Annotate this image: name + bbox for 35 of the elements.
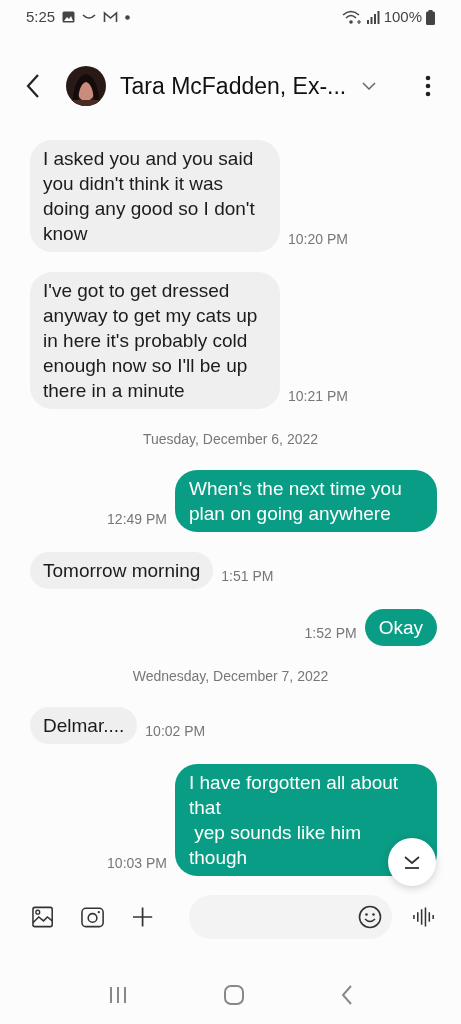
message-time: 10:21 PM <box>288 387 348 406</box>
dot-icon <box>125 14 131 20</box>
message-bubble[interactable]: Tomorrow morning <box>30 552 214 589</box>
camera-icon[interactable] <box>81 906 105 928</box>
plus-icon[interactable] <box>132 906 154 928</box>
message-input[interactable] <box>189 895 392 939</box>
signal-icon <box>365 10 380 24</box>
message-bubble[interactable]: I've got to get dressed anyway to get my cats up in here it's probably cold enough now so I'll be up there in a minute <box>30 272 280 409</box>
wifi-icon <box>341 9 362 25</box>
image-icon[interactable] <box>32 906 54 928</box>
mail-icon <box>103 11 119 23</box>
status-time: 5:25 <box>26 6 56 27</box>
message-bubble[interactable]: I asked you and you said you didn't think it was doing any good so I don't know <box>30 140 280 252</box>
back-icon[interactable] <box>340 985 353 1005</box>
message-time: 10:02 PM <box>145 722 206 741</box>
contact-name[interactable]: Tara McFadden, Ex-... <box>120 68 347 104</box>
recent-apps-icon[interactable] <box>108 986 129 1004</box>
scroll-down-icon <box>403 855 421 869</box>
message-time: 1:51 PM <box>221 567 274 586</box>
image-icon <box>62 11 76 23</box>
message-time: 1:52 PM <box>304 624 357 643</box>
message-time: 10:03 PM <box>107 854 167 873</box>
battery-level: 100% <box>383 6 422 27</box>
more-options-icon[interactable] <box>425 75 431 97</box>
chevron-down-icon[interactable] <box>362 82 377 90</box>
date-separator: Tuesday, December 6, 2022 <box>142 430 319 449</box>
home-icon[interactable] <box>224 985 245 1005</box>
message-bubble[interactable]: Delmar.... <box>30 707 138 744</box>
emoji-icon[interactable] <box>357 905 382 929</box>
curve-icon <box>82 13 97 21</box>
date-separator: Wednesday, December 7, 2022 <box>132 667 329 686</box>
message-time: 12:49 PM <box>107 510 167 529</box>
message-time: 10:20 PM <box>288 230 348 249</box>
voice-icon[interactable] <box>411 906 435 928</box>
battery-icon <box>426 9 435 25</box>
